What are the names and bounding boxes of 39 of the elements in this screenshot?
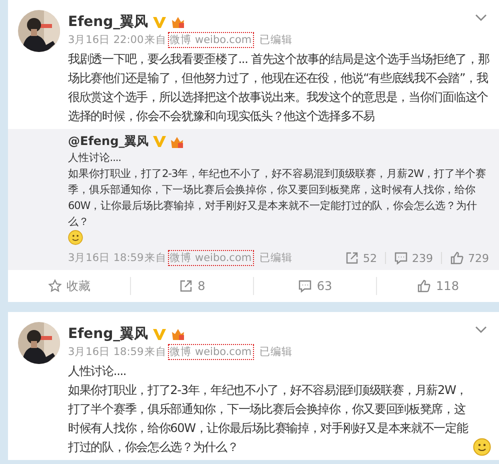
like-count[interactable]: 729 <box>450 251 489 265</box>
edited-label: 已编辑 <box>260 251 293 265</box>
author-name[interactable]: Efeng_翼风 <box>68 325 148 343</box>
repost-button[interactable]: 8 <box>130 277 253 295</box>
like-button[interactable]: 118 <box>376 277 499 295</box>
comment-count[interactable]: 239 <box>394 251 433 265</box>
via-label: 来自 <box>144 345 167 359</box>
edited-label: 已编辑 <box>260 345 293 359</box>
via-label: 来自 <box>144 251 167 265</box>
post-time: 3月16日 18:59 <box>68 251 144 265</box>
repost-count[interactable]: 52 <box>345 251 377 265</box>
source-link[interactable]: 微博 weibo.com <box>168 344 254 360</box>
post-text: 我剧透一下吧，要么我看要歪楼了... 首先这个故事的结局是这个选手当场拒绝了，那场比赛他们还是输了，但他努力过了，他现在还在役，他说“有些底线我不会踏”，我很欣赏这个选手，所以选择把这个故事说出来。我发这个的意思是，当你们面临这个选择的时候，你会不会犹豫和向现实低头？他这个选择多不易 <box>68 51 490 125</box>
comment-icon <box>394 251 408 265</box>
member-badge-icon <box>170 134 184 148</box>
post-text: 人性讨论.... <box>68 363 126 380</box>
chevron-down-icon[interactable] <box>475 326 487 334</box>
via-label: 来自 <box>144 33 167 47</box>
comment-icon <box>298 279 312 293</box>
thumbs-up-icon <box>417 279 432 293</box>
edited-label: 已编辑 <box>260 33 293 47</box>
star-icon <box>48 279 62 293</box>
member-badge-icon <box>171 327 186 341</box>
author-name[interactable]: Efeng_翼风 <box>68 13 148 31</box>
repost-icon <box>178 279 193 293</box>
author-link[interactable]: @Efeng_翼风 <box>68 133 149 150</box>
post-text: 如果你打职业，打了2-3年，年纪也不小了，好不容易混到顶级联赛，月薪2W，打了半个赛季，俱乐部通知你，下一场比赛后会换掉你，你又要回到板凳席，这时候有人找你，给你60W，让你最后场比赛输掉，对手刚好又是本来就不一定能打过的队，你会怎么选？为什么？ <box>68 167 488 230</box>
repost-icon <box>345 251 359 265</box>
source-link[interactable]: 微博 weibo.com <box>168 32 254 48</box>
source-link[interactable]: 微博 weibo.com <box>168 250 254 266</box>
post-time: 3月16日 18:59 <box>68 345 144 359</box>
favorite-button[interactable]: 收藏 <box>8 277 130 295</box>
chevron-down-icon[interactable] <box>475 14 487 22</box>
post-text: 如果你打职业，打了2-3年，年纪也不小了，好不容易混到顶级联赛，月薪2W，打了半个赛季，俱乐部通知你，下一场比赛后会换掉你，你又要回到板凳席，这时候有人找你，给你60W，让你最后场比赛输掉，对手刚好又是本来就不一定能打过的队，你会怎么选？为什么？ <box>68 382 470 456</box>
member-badge-icon <box>171 15 186 29</box>
comment-button[interactable]: 63 <box>253 277 376 295</box>
post-text: 人性讨论.... <box>68 151 122 166</box>
post-time: 3月16日 22:00 <box>68 33 144 47</box>
thumbs-up-icon <box>450 251 464 265</box>
